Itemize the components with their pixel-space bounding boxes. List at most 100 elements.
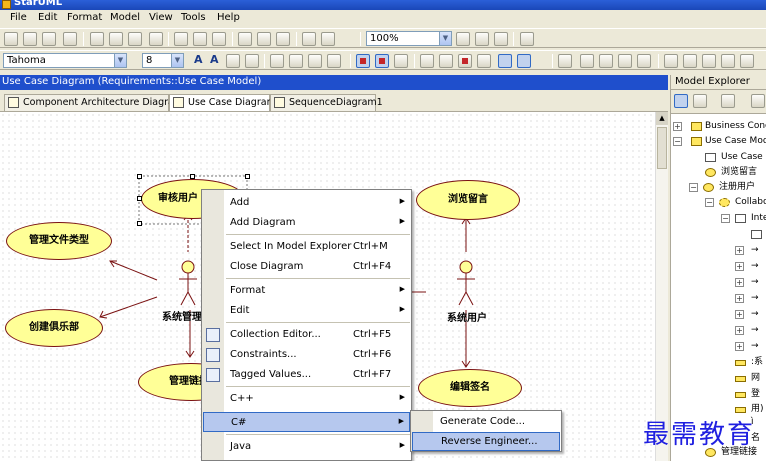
line-style-icon[interactable] [289, 54, 303, 68]
scroll-up-icon[interactable]: ▲ [656, 112, 668, 125]
resize-handle[interactable] [245, 174, 250, 179]
layout-icon[interactable] [558, 54, 572, 68]
line-color-icon[interactable] [226, 54, 240, 68]
options-icon[interactable] [321, 32, 335, 46]
zoom-out-icon[interactable] [475, 32, 489, 46]
collapse-icon[interactable]: − [705, 198, 714, 207]
align-icon[interactable] [637, 54, 651, 68]
menu-model[interactable]: Model [110, 12, 140, 23]
canvas-scrollbar[interactable]: ▲ [655, 112, 668, 461]
menu-item-collection-editor[interactable]: Collection Editor... Ctrl+F5 [224, 325, 411, 345]
suppress-operations-icon[interactable] [375, 54, 389, 68]
menu-edit[interactable]: Edit [38, 12, 57, 23]
save-icon[interactable] [42, 32, 56, 46]
menu-item-csharp[interactable]: C# ▶ [203, 412, 410, 432]
font-style-icon[interactable]: A [210, 53, 219, 66]
paste-icon[interactable] [128, 32, 142, 46]
suppress-literals-icon[interactable] [394, 54, 408, 68]
association-line[interactable] [99, 296, 158, 318]
zoom-select[interactable]: 100% ▼ [366, 31, 452, 46]
menu-item-edit[interactable]: Edit ▶ [224, 301, 411, 321]
menu-item-select-in-model-explorer[interactable]: Select In Model Explorer Ctrl+M [224, 237, 411, 257]
menu-item-generate-code[interactable]: Generate Code... [412, 413, 560, 432]
align-icon[interactable] [740, 54, 754, 68]
align-icon[interactable] [618, 54, 632, 68]
align-icon[interactable] [664, 54, 678, 68]
show-compartment-icon[interactable] [458, 54, 472, 68]
tab-sequence-diagram[interactable]: SequenceDiagram1 [270, 94, 383, 111]
font-color-icon[interactable]: A [194, 53, 203, 66]
options-icon[interactable] [751, 94, 765, 108]
collapse-icon[interactable]: − [689, 183, 698, 192]
menu-file[interactable]: File [10, 12, 27, 23]
new-file-icon[interactable] [4, 32, 18, 46]
expand-icon[interactable]: + [735, 278, 744, 287]
chevron-down-icon[interactable]: ▼ [439, 32, 451, 45]
font-select[interactable]: Tahoma ▼ [3, 53, 127, 68]
open-folder-icon[interactable] [23, 32, 37, 46]
diagram-tool-icon[interactable] [302, 32, 316, 46]
delete-icon[interactable] [149, 32, 163, 46]
stereotype-icon[interactable] [327, 54, 341, 68]
stereotype-icon[interactable] [308, 54, 322, 68]
menu-item-close-diagram[interactable]: Close Diagram Ctrl+F4 [224, 257, 411, 277]
tab-use-case-diagram[interactable]: Use Case Diagram [169, 94, 276, 111]
tab-component-architecture-diagram[interactable]: Component Architecture Diagram [4, 94, 183, 111]
menu-item-reverse-engineer[interactable]: Reverse Engineer... [412, 432, 560, 451]
actor-figure-admin[interactable] [179, 260, 197, 306]
collapse-icon[interactable]: − [721, 214, 730, 223]
filter-icon[interactable] [721, 94, 735, 108]
fill-color-icon[interactable] [245, 54, 259, 68]
menu-help[interactable]: Help [217, 12, 240, 23]
zoom-in-icon[interactable] [456, 32, 470, 46]
menu-item-add-diagram[interactable]: Add Diagram ▶ [224, 213, 411, 233]
refresh-icon[interactable] [520, 32, 534, 46]
diagram-tool-icon[interactable] [257, 32, 271, 46]
align-icon[interactable] [683, 54, 697, 68]
scrollbar-thumb[interactable] [657, 127, 667, 169]
usecase-create-club[interactable]: 创建俱乐部 [5, 309, 103, 347]
line-style-icon[interactable] [270, 54, 284, 68]
resize-handle[interactable] [137, 221, 142, 226]
collapse-icon[interactable]: − [673, 137, 682, 146]
menu-format[interactable]: Format [67, 12, 102, 23]
show-operation-signature-icon[interactable] [420, 54, 434, 68]
usecase-browse-messages[interactable]: 浏览留言 [416, 180, 520, 220]
expand-icon[interactable]: + [735, 262, 744, 271]
usecase-manage-file-types[interactable]: 管理文件类型 [6, 222, 112, 260]
cut-icon[interactable] [90, 32, 104, 46]
expand-icon[interactable]: + [735, 326, 744, 335]
align-icon[interactable] [721, 54, 735, 68]
resize-handle[interactable] [137, 196, 142, 201]
zoom-fit-icon[interactable] [494, 32, 508, 46]
menu-item-add[interactable]: Add ▶ [224, 193, 411, 213]
suppress-attributes-icon[interactable] [356, 54, 370, 68]
association-line[interactable] [109, 260, 158, 281]
diagram-tool-icon[interactable] [276, 32, 290, 46]
expand-icon[interactable]: + [735, 246, 744, 255]
diagram-tool-icon[interactable] [238, 32, 252, 46]
menu-item-java[interactable]: Java ▶ [224, 437, 411, 457]
sort-by-name-icon[interactable] [693, 94, 707, 108]
menu-item-constraints[interactable]: Constraints... Ctrl+F6 [224, 345, 411, 365]
usecase-edit-signature[interactable]: 编辑签名 [418, 369, 522, 407]
menu-tools[interactable]: Tools [181, 12, 206, 23]
auto-resize-icon[interactable] [517, 54, 531, 68]
copy-icon[interactable] [109, 32, 123, 46]
menu-item-tagged-values[interactable]: Tagged Values... Ctrl+F7 [224, 365, 411, 385]
align-icon[interactable] [580, 54, 594, 68]
menu-view[interactable]: View [149, 12, 173, 23]
expand-icon[interactable]: + [735, 310, 744, 319]
show-parent-icon[interactable] [439, 54, 453, 68]
redo-icon[interactable] [193, 32, 207, 46]
font-size-select[interactable]: 8 ▼ [142, 53, 184, 68]
word-wrap-icon[interactable] [498, 54, 512, 68]
sort-by-kind-icon[interactable] [674, 94, 688, 108]
expand-icon[interactable]: + [735, 342, 744, 351]
resize-handle[interactable] [137, 174, 142, 179]
menu-item-format[interactable]: Format ▶ [224, 281, 411, 301]
resize-handle[interactable] [190, 174, 195, 179]
expand-icon[interactable]: + [673, 122, 682, 131]
find-icon[interactable] [212, 32, 226, 46]
print-icon[interactable] [63, 32, 77, 46]
